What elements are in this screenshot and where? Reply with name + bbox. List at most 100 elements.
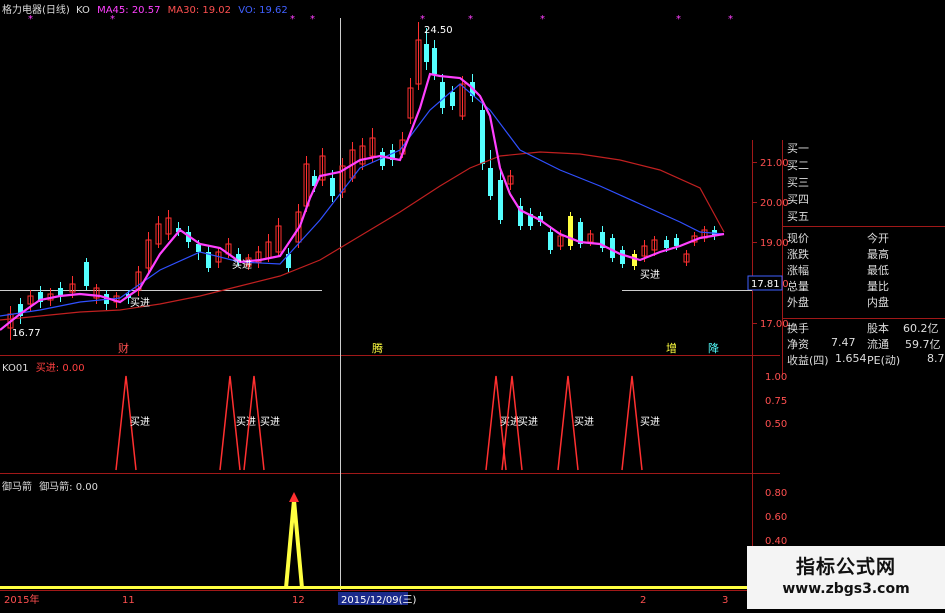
candle-wick [704, 226, 705, 242]
buy-signal-label: 买进 [130, 297, 150, 309]
top-marker: * [540, 14, 545, 25]
ma5-line [0, 72, 725, 331]
candle-body [440, 82, 445, 108]
date-axis-label: 2015/12/09(三) [341, 595, 417, 606]
price-tick-mark [752, 202, 757, 203]
quote-panel: 买一 买二 买三 买四 买五 现价 今开 涨跌 最高 涨幅 最低 总量 量比 外盘 内盘 … [783, 140, 945, 375]
sub2-top-border [0, 473, 780, 474]
sub2-signal-arrow [289, 492, 299, 502]
date-axis-label: 2 [640, 595, 646, 606]
sub1-header: KO01 买进: 0.00 [2, 359, 85, 374]
price-tick-mark [752, 323, 757, 324]
candle-body [432, 48, 437, 74]
ma30-label: MA30: 19.02 [167, 5, 232, 16]
candle-wick [410, 78, 411, 124]
sub2-series-label: 御马箭: 0.00 [39, 482, 99, 493]
candle-wick [218, 248, 219, 268]
quote-row-change: 涨跌 最高 [787, 248, 889, 261]
top-marker: * [468, 14, 473, 25]
quote-row-pct: 涨幅 最低 [787, 264, 889, 277]
candle-wick [258, 246, 259, 268]
sub2-baseline [0, 586, 752, 589]
support-line-left [0, 290, 322, 291]
sub1-title: KO01 [2, 363, 29, 374]
buy-signal-label: 买进 [260, 416, 280, 428]
event-marker: 增 [666, 341, 677, 355]
candle-body [488, 168, 493, 196]
date-axis-label: 11 [122, 595, 135, 606]
quote-row-volume: 总量 量比 [787, 280, 889, 293]
date-axis-label: 3 [722, 595, 728, 606]
order-level-3: 买三 [787, 176, 809, 189]
watermark: 指标公式网 www.zbgs3.com [747, 546, 945, 609]
fund-row-eps: 收益(四) 1.654 PE(动) 8.7 [787, 352, 945, 367]
candle-body [480, 110, 485, 164]
cursor-vertical-line [340, 18, 341, 590]
candle-body [548, 232, 553, 250]
stock-title: 格力电器(日线) [2, 5, 70, 16]
top-marker: * [728, 14, 733, 25]
sub1-signal-spike [621, 375, 643, 471]
event-marker: 降 [708, 341, 719, 355]
sub1-top-border [0, 355, 780, 356]
buy-signal-label: 买进 [518, 416, 538, 428]
candle-body [610, 238, 615, 258]
order-level-4: 买四 [787, 193, 809, 206]
high-price-label: 24.50 [424, 25, 453, 36]
candle-wick [418, 22, 419, 90]
sub2-header: 御马箭 御马箭: 0.00 [2, 478, 98, 493]
top-marker: * [420, 14, 425, 25]
sub2-signal-spike [284, 499, 304, 589]
candle-wick [686, 250, 687, 266]
candle-wick [96, 284, 97, 304]
sub1-axis-label: 0.75 [765, 396, 787, 407]
candle-wick [352, 142, 353, 182]
order-level-1: 买一 [787, 142, 809, 155]
candle-body [498, 180, 503, 220]
date-axis-label: 2015年 [4, 593, 39, 606]
indicator-name: KO [76, 5, 90, 16]
candle-body [568, 216, 573, 246]
event-marker: 腾 [372, 341, 383, 355]
buy-signal-label: 买进 [640, 416, 660, 428]
low-price-label: 16.77 [12, 328, 41, 339]
fund-row-netasset: 净资 7.47 流通 59.7亿 [787, 336, 941, 351]
candle-body [330, 178, 335, 196]
top-marker: * [310, 14, 315, 25]
axis-vertical-border [752, 140, 753, 590]
buy-signal-label: 买进 [130, 416, 150, 428]
candle-wick [462, 76, 463, 120]
ma10-line [0, 83, 725, 317]
price-tick-mark [752, 242, 757, 243]
order-level-2: 买二 [787, 159, 809, 172]
candle-body [674, 238, 679, 246]
candle-wick [138, 266, 139, 296]
candle-wick [510, 170, 511, 190]
sub1-axis-label: 0.50 [765, 419, 787, 430]
support-line-right [622, 290, 752, 291]
date-axis-border [0, 590, 780, 591]
candle-body [664, 240, 669, 248]
quote-row-price: 现价 今开 [787, 232, 889, 245]
price-tick-mark [752, 162, 757, 163]
candle-wick [158, 216, 159, 248]
candle-wick [30, 290, 31, 312]
buy-signal-label: 买进 [574, 416, 594, 428]
candle-wick [168, 210, 169, 240]
order-level-5: 买五 [787, 210, 809, 223]
candle-body [450, 92, 455, 106]
buy-signal-label: 买进 [236, 416, 256, 428]
date-axis-label: 12 [292, 595, 305, 606]
ma5-label: MA45: 20.57 [97, 5, 161, 16]
candle-body [84, 262, 89, 286]
sub2-title: 御马箭 [2, 482, 32, 493]
candle-wick [278, 218, 279, 256]
candle-wick [362, 138, 363, 170]
watermark-title: 指标公式网 [795, 556, 896, 578]
buy-signal-label: 买进 [640, 269, 660, 281]
candle-body [620, 250, 625, 264]
candle-body [424, 44, 429, 62]
stock-chart-window[interactable]: 21.0020.0019.0018.0017.0017.811.000.750.… [0, 0, 945, 609]
sub2-axis-label: 0.60 [765, 512, 787, 523]
v-label: VO: 19.62 [238, 5, 288, 16]
